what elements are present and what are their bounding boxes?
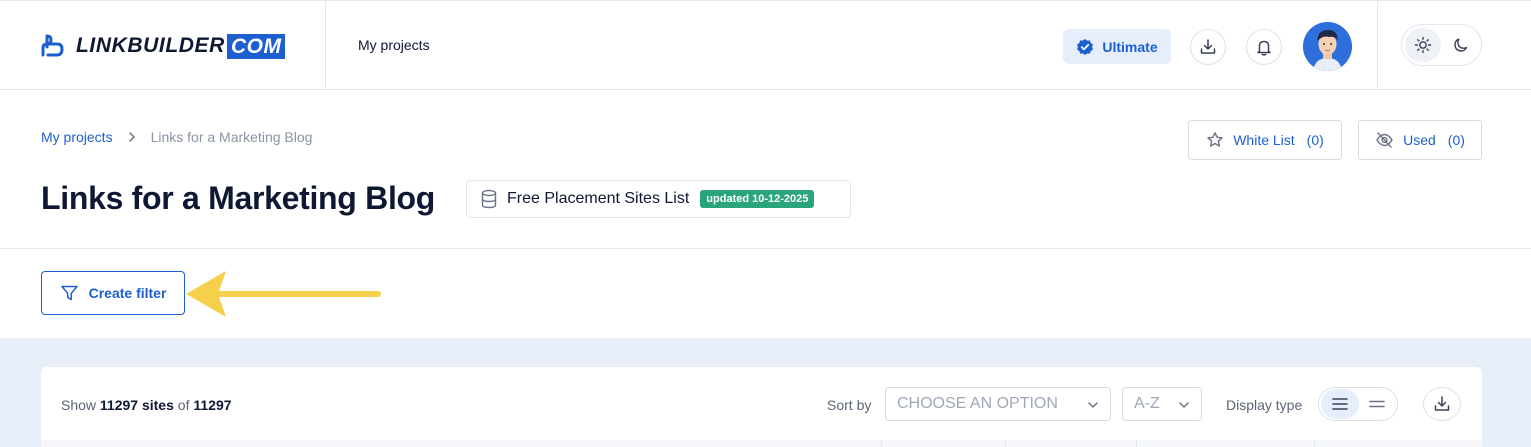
nav-my-projects[interactable]: My projects xyxy=(358,37,430,53)
shown-count: 11297 sites xyxy=(99,397,174,413)
export-button[interactable] xyxy=(1423,387,1461,421)
white-list-button[interactable]: White List (0) xyxy=(1188,120,1342,160)
header-divider xyxy=(325,1,326,90)
list-view-icon xyxy=(1332,398,1348,410)
page-title: Links for a Marketing Blog xyxy=(41,180,436,216)
star-icon xyxy=(1207,132,1223,147)
column-divider xyxy=(881,440,882,447)
white-list-count: (0) xyxy=(1306,132,1324,148)
results-panel: Show 11297 sites of 11297 Sort by CHOOSE… xyxy=(41,367,1482,447)
create-filter-label: Create filter xyxy=(88,285,167,301)
updated-badge: updated 10-12-2025 xyxy=(700,190,815,208)
used-label: Used xyxy=(1403,132,1436,148)
sort-label: Sort by xyxy=(827,397,872,413)
sort-select[interactable]: CHOOSE AN OPTION xyxy=(885,387,1111,421)
compact-view-icon xyxy=(1369,400,1385,408)
top-header: LINKBUILDER COM My projects Ultimate xyxy=(0,0,1531,90)
display-compact-option[interactable] xyxy=(1358,389,1396,419)
notifications-button[interactable] xyxy=(1246,29,1282,65)
plan-label: Ultimate xyxy=(1102,38,1158,55)
used-button[interactable]: Used (0) xyxy=(1358,120,1482,160)
logo-suffix: COM xyxy=(226,33,286,59)
sites-list-name: Free Placement Sites List xyxy=(507,190,690,207)
white-list-label: White List xyxy=(1233,132,1295,148)
download-button[interactable] xyxy=(1190,29,1226,65)
chevron-down-icon xyxy=(1179,402,1189,408)
plan-badge[interactable]: Ultimate xyxy=(1063,29,1171,64)
total-count: 11297 xyxy=(193,397,232,413)
section-divider xyxy=(0,248,1531,249)
column-divider xyxy=(1136,440,1137,447)
pointer-arrow-annotation xyxy=(186,271,381,317)
moon-icon xyxy=(1454,38,1468,52)
breadcrumb: My projects Links for a Marketing Blog xyxy=(41,129,312,145)
breadcrumb-my-projects[interactable]: My projects xyxy=(41,129,113,145)
order-select[interactable]: A-Z xyxy=(1122,387,1202,421)
chevron-right-icon xyxy=(127,131,137,143)
theme-toggle[interactable] xyxy=(1401,24,1482,66)
display-type-toggle[interactable] xyxy=(1318,387,1398,421)
download-icon xyxy=(1200,39,1216,54)
logo-text: LINKBUILDER xyxy=(76,34,225,57)
show-prefix: Show xyxy=(61,397,97,413)
display-type-label: Display type xyxy=(1226,397,1303,413)
order-select-value: A-Z xyxy=(1134,395,1160,412)
display-list-option[interactable] xyxy=(1321,389,1359,419)
logo[interactable]: LINKBUILDER COM xyxy=(40,33,286,59)
column-divider xyxy=(1005,440,1006,447)
used-count: (0) xyxy=(1447,132,1465,148)
table-header xyxy=(41,440,1482,447)
column-divider xyxy=(1314,440,1315,447)
sites-list-chip[interactable]: Free Placement Sites List updated 10-12-… xyxy=(466,180,851,218)
chevron-down-icon xyxy=(1088,402,1098,408)
eye-off-icon xyxy=(1376,132,1393,148)
sun-icon xyxy=(1414,36,1432,54)
breadcrumb-current: Links for a Marketing Blog xyxy=(150,129,313,145)
avatar[interactable] xyxy=(1303,22,1352,71)
database-icon xyxy=(481,189,497,209)
results-count: Show 11297 sites of 11297 xyxy=(61,397,232,413)
avatar-illustration xyxy=(1303,22,1352,71)
create-filter-button[interactable]: Create filter xyxy=(41,271,185,315)
verified-badge-icon xyxy=(1077,38,1094,55)
download-icon xyxy=(1434,396,1450,411)
sort-select-value: CHOOSE AN OPTION xyxy=(897,395,1058,412)
filter-icon xyxy=(60,285,78,301)
dark-theme-option[interactable] xyxy=(1443,28,1479,62)
of-text: of xyxy=(177,397,190,413)
logo-mark-icon xyxy=(41,34,64,57)
header-divider-right xyxy=(1377,1,1378,90)
light-theme-option[interactable] xyxy=(1405,28,1441,62)
bell-icon xyxy=(1257,40,1271,56)
